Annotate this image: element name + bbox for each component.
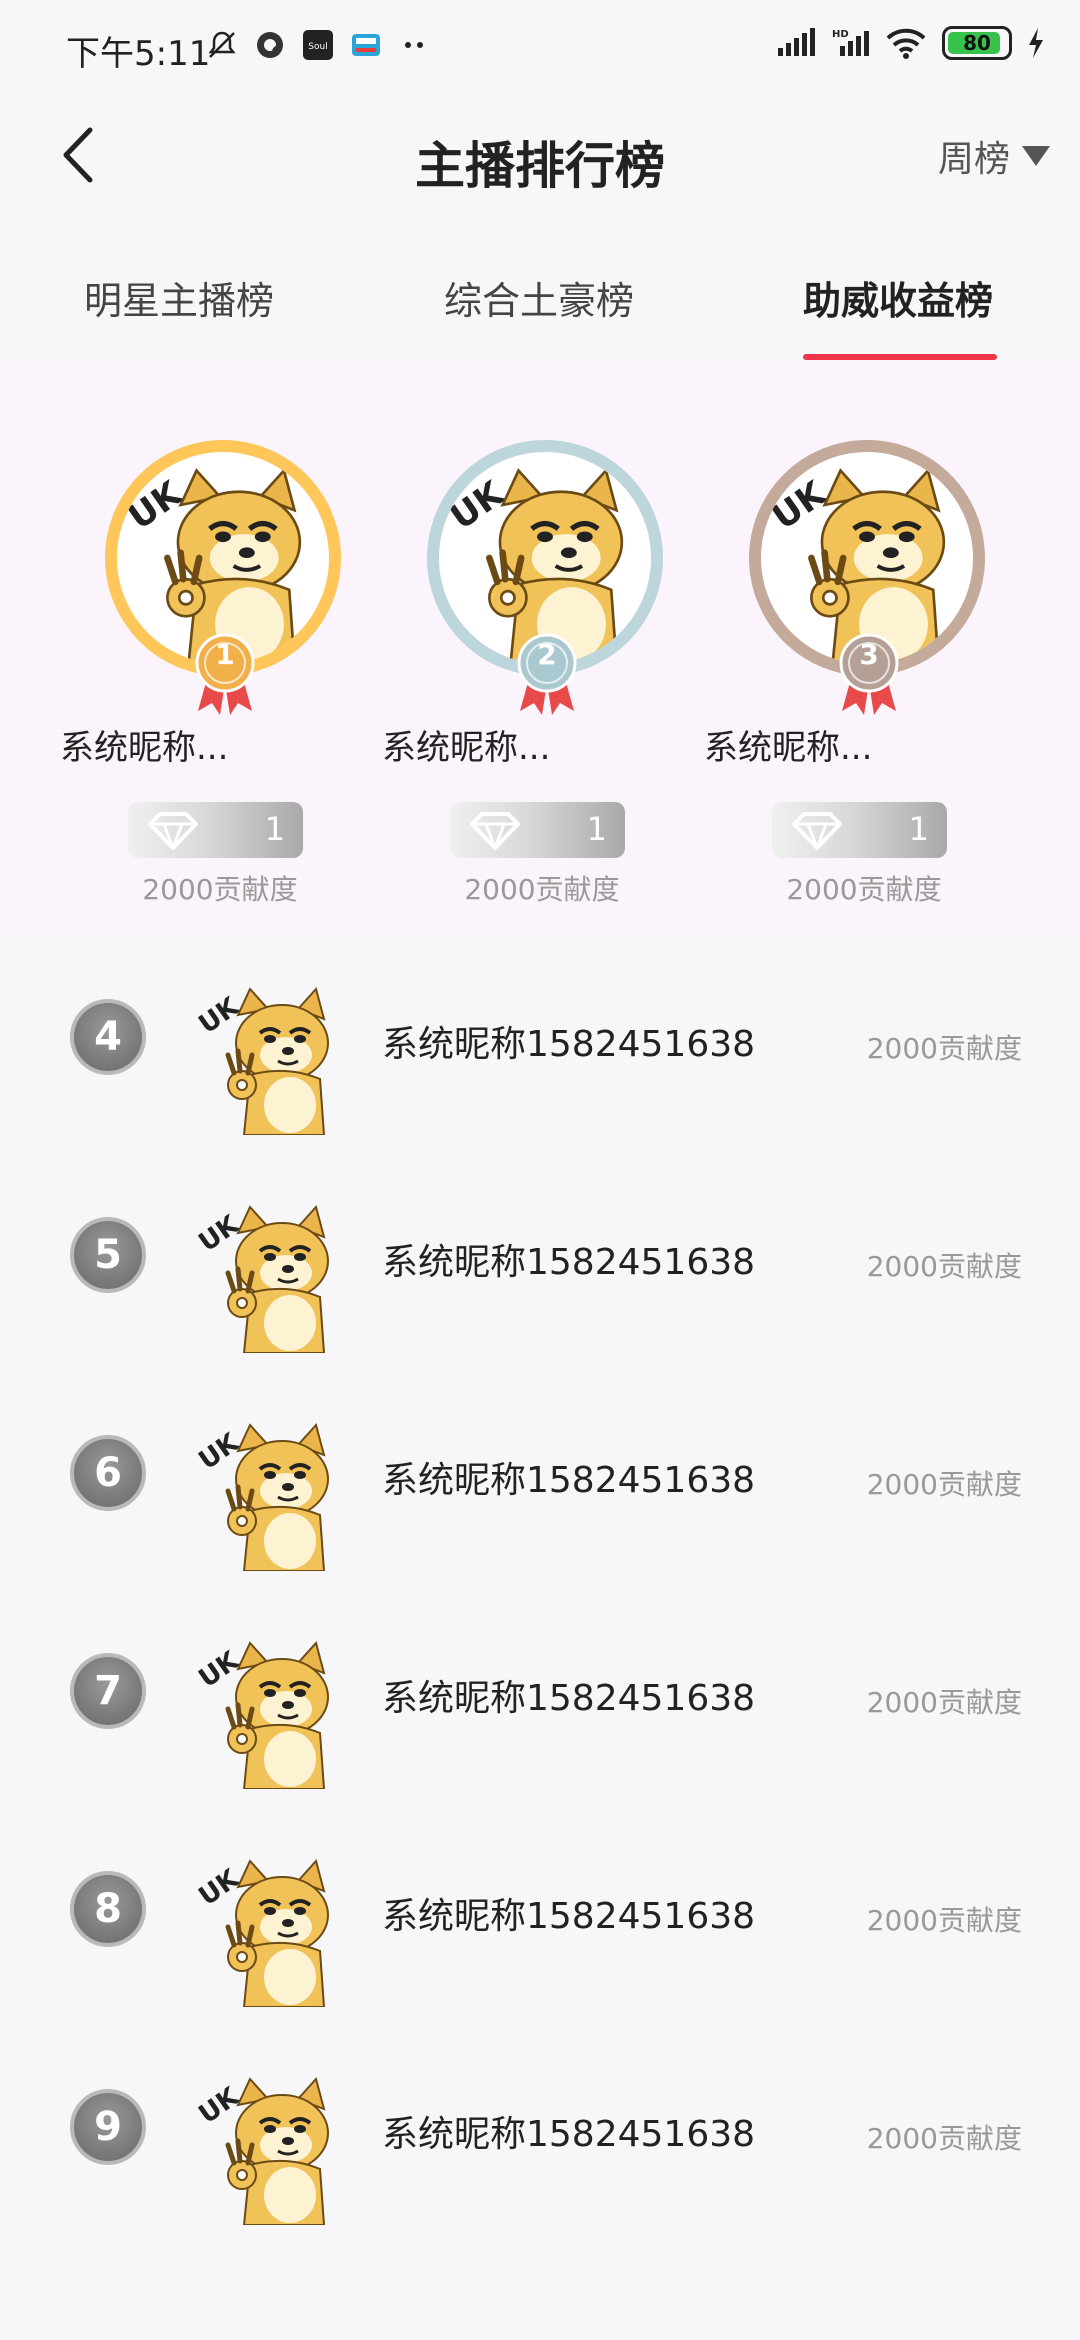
rank-badge: 5 <box>70 1217 146 1293</box>
list-item-name: 系统昵称1582451638 <box>382 2114 756 2155</box>
status-time: 下午5:11 <box>66 34 211 74</box>
soul-app-icon: Soul <box>303 30 333 60</box>
rank-badge: 7 <box>70 1653 146 1729</box>
wifi-icon <box>886 28 926 59</box>
avatar: UK <box>190 1411 350 1572</box>
gift-count-badge: 1 <box>128 802 303 858</box>
avatar: UK <box>190 1847 350 2008</box>
medal-rank-number: 2 <box>537 638 557 671</box>
podium-item-1[interactable]: UK 1 系统昵称... 1 2000贡献度 <box>60 440 341 910</box>
gift-count: 1 <box>586 810 607 848</box>
period-dropdown[interactable]: 周榜 <box>938 130 1050 182</box>
more-dots-icon <box>405 42 423 48</box>
list-item[interactable]: 9 UK 系统昵称1582451638 2000贡献度 <box>0 2025 1080 2243</box>
ranking-tabs: 明星主播榜 综合土豪榜 助威收益榜 <box>0 250 1080 360</box>
charging-icon <box>1029 28 1043 58</box>
diamond-icon <box>792 812 842 850</box>
notification-icons: Soul <box>205 28 431 62</box>
hd-signal-icon: HD <box>832 29 869 56</box>
list-item-name: 系统昵称1582451638 <box>382 1460 756 1501</box>
svg-text:Soul: Soul <box>308 42 327 52</box>
list-item[interactable]: 4 UK 系统昵称1582451638 2000贡献度 <box>0 935 1080 1153</box>
list-item-score: 2000贡献度 <box>866 1904 1022 1937</box>
list-item[interactable]: 5 UK 系统昵称1582451638 2000贡献度 <box>0 1153 1080 1371</box>
list-item-name: 系统昵称1582451638 <box>382 1896 756 1937</box>
tab-top-spender[interactable]: 综合土豪榜 <box>444 270 634 325</box>
tab-star-anchor[interactable]: 明星主播榜 <box>84 270 274 325</box>
header: 主播排行榜 周榜 <box>0 90 1080 220</box>
gift-count-badge: 1 <box>772 802 947 858</box>
podium-score: 2000贡献度 <box>464 873 620 906</box>
rank-badge: 6 <box>70 1435 146 1511</box>
avatar: UK <box>190 1193 350 1354</box>
list-item[interactable]: 6 UK 系统昵称1582451638 2000贡献度 <box>0 1371 1080 1589</box>
period-label: 周榜 <box>937 139 1010 180</box>
avatar: UK <box>190 1629 350 1790</box>
list-item-score: 2000贡献度 <box>866 1686 1022 1719</box>
list-item-name: 系统昵称1582451638 <box>382 1678 756 1719</box>
podium-name: 系统昵称... <box>60 728 229 768</box>
podium-score: 2000贡献度 <box>786 873 942 906</box>
list-item-name: 系统昵称1582451638 <box>382 1024 756 1065</box>
podium-score: 2000贡献度 <box>142 873 298 906</box>
diamond-icon <box>148 812 198 850</box>
gift-count: 1 <box>908 810 929 848</box>
rank-badge: 4 <box>70 999 146 1075</box>
medal-rank-number: 3 <box>859 638 879 671</box>
list-item[interactable]: 8 UK 系统昵称1582451638 2000贡献度 <box>0 1807 1080 2025</box>
page-title: 主播排行榜 <box>415 137 665 195</box>
status-bar: 下午5:11 Soul HD 80 <box>0 0 1080 90</box>
medal-rank-number: 1 <box>215 638 235 671</box>
list-item-name: 系统昵称1582451638 <box>382 1242 756 1283</box>
rank-badge: 9 <box>70 2089 146 2165</box>
tab-cheer-income[interactable]: 助威收益榜 <box>803 270 993 325</box>
podium-item-3[interactable]: UK 3 系统昵称... 1 2000贡献度 <box>704 440 985 910</box>
mute-bell-icon <box>208 31 236 58</box>
battery-level: 80 <box>963 31 991 55</box>
signal-icon <box>778 28 815 56</box>
avatar: UK <box>190 975 350 1136</box>
podium-top3: UK 1 系统昵称... 1 2000贡献度 UK 2 系统昵称... 1 20… <box>0 360 1080 935</box>
list-item[interactable]: 7 UK 系统昵称1582451638 2000贡献度 <box>0 1589 1080 1807</box>
q-app-icon <box>257 32 283 58</box>
avatar: UK <box>190 2065 350 2226</box>
gift-count: 1 <box>264 810 285 848</box>
list-item-score: 2000贡献度 <box>866 1032 1022 1065</box>
list-item-score: 2000贡献度 <box>866 2122 1022 2155</box>
list-item-score: 2000贡献度 <box>866 1250 1022 1283</box>
battery-icon: 80 <box>942 26 1012 60</box>
podium-name: 系统昵称... <box>382 728 551 768</box>
gift-count-badge: 1 <box>450 802 625 858</box>
podium-name: 系统昵称... <box>704 728 873 768</box>
rank-badge: 8 <box>70 1871 146 1947</box>
podium-item-2[interactable]: UK 2 系统昵称... 1 2000贡献度 <box>382 440 663 910</box>
news-app-icon <box>352 34 380 56</box>
system-icons: HD 80 <box>776 26 1046 60</box>
dropdown-triangle-icon <box>1022 146 1050 166</box>
list-item-score: 2000贡献度 <box>866 1468 1022 1501</box>
svg-text:HD: HD <box>832 29 849 40</box>
diamond-icon <box>470 812 520 850</box>
